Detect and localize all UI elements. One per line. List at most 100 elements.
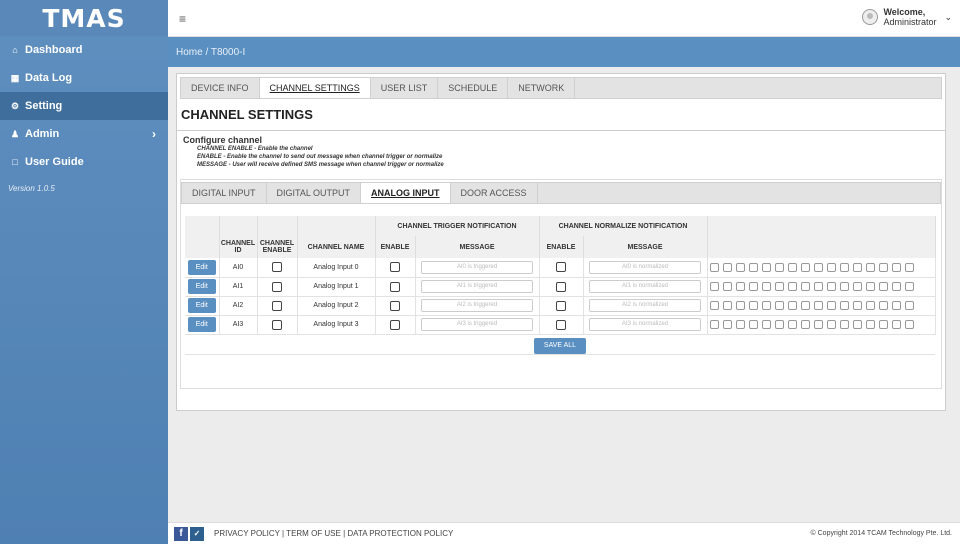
extra-checkbox[interactable] [878,320,888,329]
normalize-enable-checkbox[interactable] [556,300,566,311]
tab-schedule[interactable]: SCHEDULE [438,78,509,98]
extra-checkbox[interactable] [852,320,862,329]
extra-checkbox[interactable] [904,320,914,329]
extra-checkbox[interactable] [722,262,732,272]
normalize-message-input[interactable]: AI3 is normalized [589,318,701,331]
channel-enable-checkbox[interactable] [272,281,282,292]
extra-checkbox[interactable] [839,301,849,310]
extra-checkbox[interactable] [722,282,732,291]
chevron-down-icon[interactable]: ⌄ [944,12,952,23]
sidebar-item-data-log[interactable]: ▦ Data Log [0,64,168,92]
extra-checkbox[interactable] [800,320,810,329]
extra-checkbox[interactable] [709,262,719,272]
breadcrumb[interactable]: Home / T8000-I [168,37,960,67]
edit-button[interactable]: Edit [187,298,216,313]
extra-checkbox[interactable] [878,262,888,272]
extra-checkbox[interactable] [891,320,901,329]
trigger-message-input[interactable]: AI0 is triggered [421,260,533,274]
normalize-message-input[interactable]: AI2 is normalized [589,299,701,312]
menu-icon[interactable]: ≡ [179,12,186,26]
extra-checkbox[interactable] [774,282,784,291]
edit-button[interactable]: Edit [187,317,216,332]
tab-channel-settings[interactable]: CHANNEL SETTINGS [259,78,371,98]
extra-checkbox[interactable] [735,320,745,329]
extra-checkbox[interactable] [722,320,732,329]
extra-checkbox[interactable] [761,301,771,310]
extra-checkbox[interactable] [839,282,849,291]
normalize-enable-checkbox[interactable] [556,319,566,330]
extra-checkbox[interactable] [800,262,810,272]
trigger-enable-checkbox[interactable] [390,262,400,273]
extra-checkbox[interactable] [761,282,771,291]
extra-checkbox[interactable] [761,262,771,272]
sidebar-item-user-guide[interactable]: □ User Guide [0,148,168,176]
extra-checkbox[interactable] [839,262,849,272]
extra-checkbox[interactable] [813,262,823,272]
extra-checkbox[interactable] [904,282,914,291]
extra-checkbox[interactable] [735,282,745,291]
extra-checkbox[interactable] [826,282,836,291]
extra-checkbox[interactable] [787,320,797,329]
channel-enable-checkbox[interactable] [272,300,282,311]
save-all-button[interactable]: SAVE ALL [533,337,587,354]
normalize-enable-checkbox[interactable] [556,262,566,273]
trigger-message-input[interactable]: AI1 is triggered [421,280,533,293]
extra-checkbox[interactable] [800,301,810,310]
extra-checkbox[interactable] [852,282,862,291]
edit-button[interactable]: Edit [187,259,216,275]
normalize-message-input[interactable]: AI0 is normalized [589,260,701,274]
trigger-message-input[interactable]: AI2 is triggered [421,299,533,312]
extra-checkbox[interactable] [709,282,719,291]
extra-checkbox[interactable] [774,320,784,329]
extra-checkbox[interactable] [852,301,862,310]
tab-analog-input[interactable]: ANALOG INPUT [361,183,451,203]
extra-checkbox[interactable] [761,320,771,329]
twitter-icon[interactable]: ✓ [190,526,204,541]
sidebar-item-dashboard[interactable]: ⌂ Dashboard [0,36,168,64]
tab-door-access[interactable]: DOOR ACCESS [451,183,538,203]
user-menu[interactable]: Welcome, Administrator ⌄ [862,7,952,27]
extra-checkbox[interactable] [748,320,758,329]
extra-checkbox[interactable] [891,282,901,291]
extra-checkbox[interactable] [709,320,719,329]
tab-user-list[interactable]: USER LIST [371,78,439,98]
channel-enable-checkbox[interactable] [272,262,282,273]
extra-checkbox[interactable] [878,282,888,291]
extra-checkbox[interactable] [826,320,836,329]
edit-button[interactable]: Edit [187,279,216,294]
sidebar-item-admin[interactable]: ♟ Admin › [0,120,168,148]
trigger-enable-checkbox[interactable] [390,281,400,292]
extra-checkbox[interactable] [865,262,875,272]
extra-checkbox[interactable] [813,301,823,310]
extra-checkbox[interactable] [800,282,810,291]
extra-checkbox[interactable] [852,262,862,272]
normalize-enable-checkbox[interactable] [556,281,566,292]
sidebar-item-setting[interactable]: ⚙ Setting [0,92,168,120]
extra-checkbox[interactable] [904,301,914,310]
extra-checkbox[interactable] [865,282,875,291]
extra-checkbox[interactable] [748,262,758,272]
extra-checkbox[interactable] [774,262,784,272]
tab-device-info[interactable]: DEVICE INFO [181,78,260,98]
tab-network[interactable]: NETWORK [508,78,576,98]
extra-checkbox[interactable] [878,301,888,310]
extra-checkbox[interactable] [904,262,914,272]
extra-checkbox[interactable] [891,262,901,272]
extra-checkbox[interactable] [709,301,719,310]
app-logo[interactable]: TMAS [42,4,125,33]
tab-digital-input[interactable]: DIGITAL INPUT [182,183,267,203]
extra-checkbox[interactable] [748,301,758,310]
normalize-message-input[interactable]: AI1 is normalized [589,280,701,293]
trigger-enable-checkbox[interactable] [390,300,400,311]
extra-checkbox[interactable] [787,282,797,291]
extra-checkbox[interactable] [826,262,836,272]
extra-checkbox[interactable] [735,262,745,272]
footer-links[interactable]: PRIVACY POLICY | TERM OF USE | DATA PROT… [214,529,453,538]
extra-checkbox[interactable] [813,282,823,291]
trigger-enable-checkbox[interactable] [390,319,400,330]
extra-checkbox[interactable] [787,301,797,310]
extra-checkbox[interactable] [865,301,875,310]
channel-enable-checkbox[interactable] [272,319,282,330]
extra-checkbox[interactable] [865,320,875,329]
extra-checkbox[interactable] [813,320,823,329]
